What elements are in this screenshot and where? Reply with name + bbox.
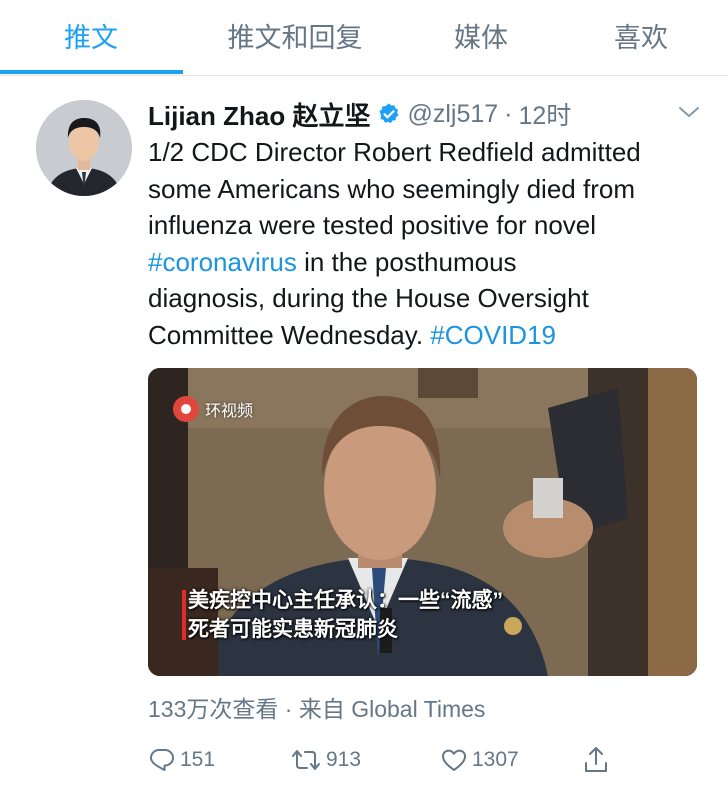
reply-count: 151 — [180, 748, 216, 771]
avatar[interactable] — [36, 100, 132, 196]
author-handle[interactable]: @zlj517 — [407, 100, 498, 129]
tweet-text-line: diagnosis, during the House Oversight — [148, 283, 589, 313]
tweet-text-fragment: in the posthumous — [296, 246, 517, 277]
like-button[interactable]: 1307 — [440, 740, 519, 780]
video-caption: 美疾控中心主任承认：一些“流感” 死者可能实患新冠肺炎 — [182, 586, 503, 644]
profile-tabs: 推文 推文和回复 媒体 喜欢 — [0, 0, 728, 76]
chevron-down-icon[interactable] — [676, 102, 702, 122]
share-icon — [585, 747, 607, 772]
active-tab-indicator — [0, 70, 183, 74]
author-name[interactable]: Lijian Zhao 赵立坚 — [148, 96, 370, 133]
caption-line-2: 死者可能实患新冠肺炎 — [188, 618, 398, 641]
video-watermark: 环视频 — [173, 396, 253, 422]
view-count: 133万次查看 — [148, 696, 279, 722]
caption-accent-bar — [182, 590, 186, 640]
header-separator: · — [504, 99, 513, 128]
tab-likes[interactable]: 喜欢 — [596, 18, 686, 58]
reply-icon — [150, 749, 174, 771]
tweet-text-line: some Americans who seemingly died from — [148, 173, 635, 204]
avatar-image — [36, 100, 132, 196]
tweet-text-line: Committee Wednesday. #COVID19 — [148, 317, 708, 354]
tweet-text: 1/2 CDC Director Robert Redfield admitte… — [148, 134, 708, 353]
like-icon — [442, 749, 466, 771]
retweet-button[interactable]: 913 — [290, 740, 361, 780]
tweet-text-line: 1/2 CDC Director Robert Redfield admitte… — [148, 137, 641, 167]
hashtag-coronavirus[interactable]: #coronavirus — [148, 247, 297, 277]
meta-separator: · — [284, 696, 293, 722]
tweet-timestamp[interactable]: 12时 — [518, 96, 571, 132]
hashtag-covid19[interactable]: #COVID19 — [430, 320, 556, 350]
verified-badge-icon — [379, 103, 399, 124]
reply-button[interactable]: 151 — [148, 740, 215, 780]
retweet-count: 913 — [326, 748, 362, 771]
tweet-meta: 133万次查看 · 来自 Global Times — [148, 690, 485, 724]
tab-tweets-and-replies[interactable]: 推文和回复 — [216, 18, 374, 58]
tweet-text-line: #coronavirus in the posthumous — [148, 244, 708, 281]
like-count: 1307 — [472, 748, 519, 771]
share-button[interactable] — [582, 740, 610, 780]
tweet-source[interactable]: 来自 Global Times — [299, 696, 486, 722]
tab-media[interactable]: 媒体 — [436, 18, 526, 58]
tweet-text-line: influenza were tested positive for novel — [148, 210, 597, 240]
tweet-actions: 151 913 1307 — [148, 740, 618, 780]
tweet-text-fragment: Committee Wednesday. — [148, 319, 424, 350]
tweet-header: Lijian Zhao 赵立坚 @zlj517 · 12时 — [148, 94, 571, 134]
tab-tweets[interactable]: 推文 — [46, 18, 136, 58]
caption-line-1: 美疾控中心主任承认：一些“流感” — [188, 589, 503, 612]
retweet-icon — [292, 750, 320, 770]
tweet-video[interactable]: 环视频 美疾控中心主任承认：一些“流感” 死者可能实患新冠肺炎 — [148, 368, 697, 676]
watermark-text: 环视频 — [205, 403, 254, 420]
video-logo-icon — [173, 396, 199, 422]
